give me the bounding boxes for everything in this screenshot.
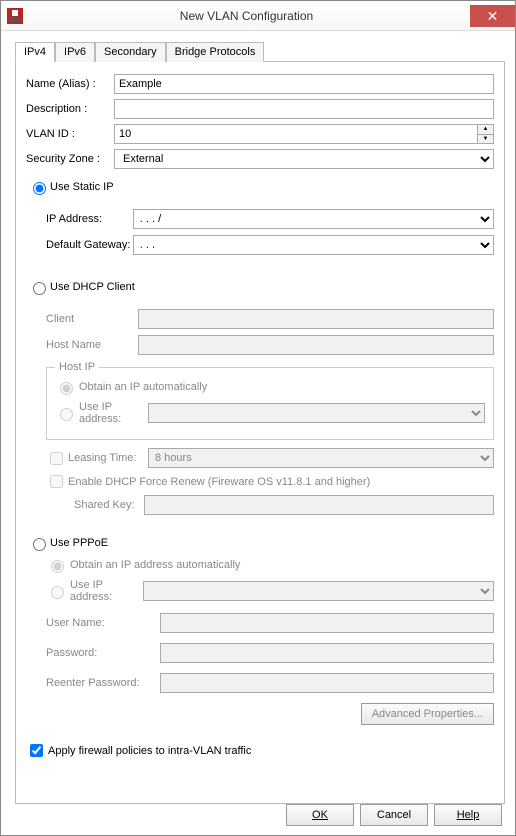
description-input[interactable] xyxy=(114,99,494,119)
hostip-useip-radio[interactable] xyxy=(60,408,73,421)
ip-address-label: IP Address: xyxy=(46,213,133,225)
tab-row: IPv4 IPv6 Secondary Bridge Protocols xyxy=(15,41,505,62)
force-renew-checkbox[interactable] xyxy=(50,475,63,488)
hostip-useip-input[interactable] xyxy=(148,403,485,423)
use-static-ip-radio[interactable] xyxy=(33,182,46,195)
leasing-time-select[interactable]: 8 hours xyxy=(148,448,494,468)
tab-content: Name (Alias) : Description : VLAN ID : ▲… xyxy=(15,62,505,804)
shared-key-input[interactable] xyxy=(144,495,494,515)
tab-bridge[interactable]: Bridge Protocols xyxy=(166,42,265,62)
spinner-up-icon[interactable]: ▲ xyxy=(478,125,493,135)
hostip-auto-label: Obtain an IP automatically xyxy=(79,381,207,393)
tab-secondary[interactable]: Secondary xyxy=(95,42,166,62)
tab-ipv6[interactable]: IPv6 xyxy=(55,42,95,62)
use-dhcp-label: Use DHCP Client xyxy=(50,281,135,293)
help-button[interactable]: Help xyxy=(434,804,502,826)
apply-firewall-checkbox[interactable] xyxy=(30,744,43,757)
pppoe-auto-radio[interactable] xyxy=(51,560,64,573)
advanced-properties-button[interactable]: Advanced Properties... xyxy=(361,703,494,725)
pppoe-password-label: Password: xyxy=(46,647,160,659)
ip-address-input[interactable]: . . . / xyxy=(133,209,494,229)
pppoe-repassword-input[interactable] xyxy=(160,673,494,693)
use-pppoe-label: Use PPPoE xyxy=(50,537,108,549)
vlan-id-label: VLAN ID : xyxy=(26,128,114,140)
pppoe-useip-radio[interactable] xyxy=(51,586,64,599)
title-bar: New VLAN Configuration ✕ xyxy=(1,1,515,31)
pppoe-password-input[interactable] xyxy=(160,643,494,663)
name-label: Name (Alias) : xyxy=(26,78,114,90)
shared-key-label: Shared Key: xyxy=(74,499,144,511)
leasing-time-checkbox[interactable] xyxy=(50,452,63,465)
use-pppoe-radio[interactable] xyxy=(33,538,46,551)
security-zone-label: Security Zone : xyxy=(26,153,114,165)
pppoe-useip-label: Use IP address: xyxy=(70,579,143,603)
dhcp-hostname-input[interactable] xyxy=(138,335,494,355)
tab-ipv4[interactable]: IPv4 xyxy=(15,42,55,62)
apply-firewall-label: Apply firewall policies to intra-VLAN tr… xyxy=(48,745,251,757)
default-gateway-input[interactable]: . . . xyxy=(133,235,494,255)
close-button[interactable]: ✕ xyxy=(470,5,515,27)
ok-button[interactable]: OK xyxy=(286,804,354,826)
pppoe-username-input[interactable] xyxy=(160,613,494,633)
default-gateway-label: Default Gateway: xyxy=(46,239,133,251)
spinner-down-icon[interactable]: ▼ xyxy=(478,135,493,144)
dhcp-hostname-label: Host Name xyxy=(46,339,138,351)
use-static-ip-label: Use Static IP xyxy=(50,181,114,193)
description-label: Description : xyxy=(26,103,114,115)
leasing-time-label: Leasing Time: xyxy=(68,452,148,464)
dialog-buttons: OK Cancel Help xyxy=(286,804,502,826)
dhcp-client-input[interactable] xyxy=(138,309,494,329)
host-ip-legend: Host IP xyxy=(55,361,99,373)
hostip-auto-radio[interactable] xyxy=(60,382,73,395)
vlan-id-spinner[interactable]: ▲ ▼ xyxy=(478,124,494,144)
security-zone-select[interactable]: External xyxy=(114,149,494,169)
vlan-id-input[interactable] xyxy=(114,124,478,144)
hostip-useip-label: Use IP address: xyxy=(79,401,148,425)
app-icon xyxy=(7,8,23,24)
use-dhcp-radio[interactable] xyxy=(33,282,46,295)
pppoe-username-label: User Name: xyxy=(46,617,160,629)
dhcp-client-label: Client xyxy=(46,313,138,325)
pppoe-auto-label: Obtain an IP address automatically xyxy=(70,559,240,571)
cancel-button[interactable]: Cancel xyxy=(360,804,428,826)
host-ip-group: Host IP Obtain an IP automatically Use I… xyxy=(46,361,494,440)
pppoe-useip-input[interactable] xyxy=(143,581,494,601)
force-renew-label: Enable DHCP Force Renew (Fireware OS v11… xyxy=(68,476,370,488)
name-input[interactable] xyxy=(114,74,494,94)
window-title: New VLAN Configuration xyxy=(23,9,470,23)
pppoe-repassword-label: Reenter Password: xyxy=(46,677,160,689)
close-icon: ✕ xyxy=(487,9,499,23)
